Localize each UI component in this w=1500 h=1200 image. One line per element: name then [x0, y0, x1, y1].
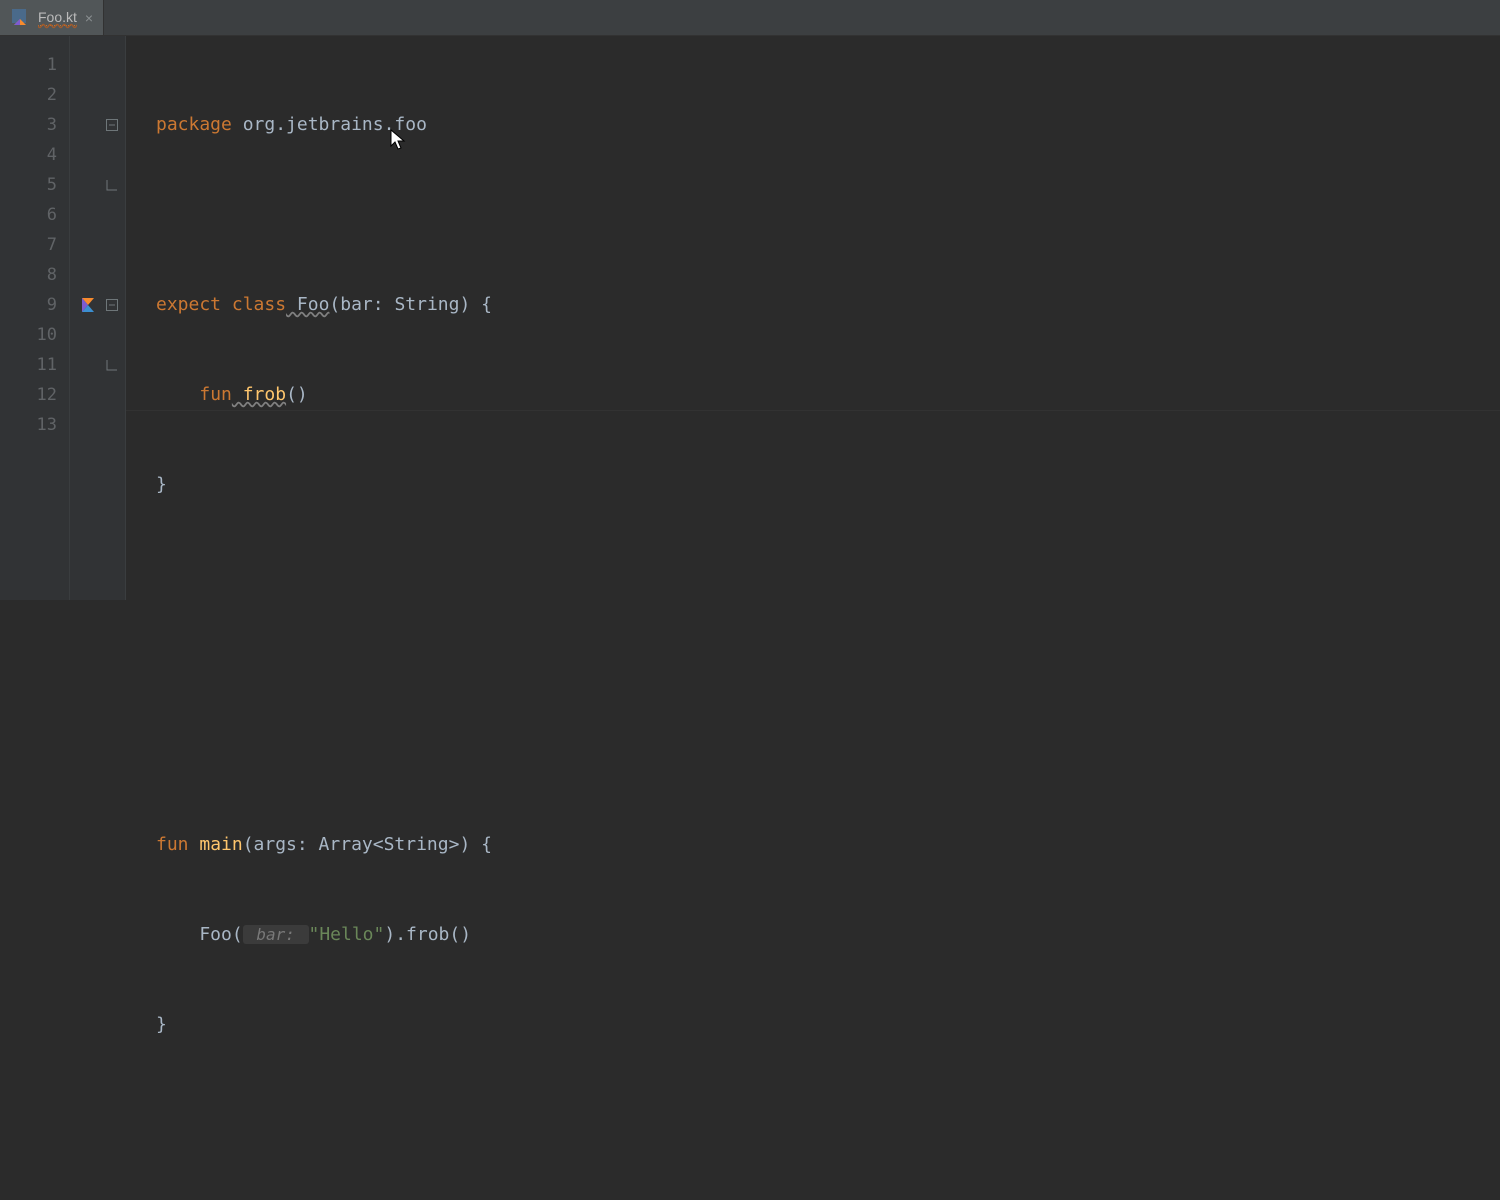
line-number: 1 — [0, 50, 57, 80]
line-number: 12 — [0, 380, 57, 410]
code-line[interactable] — [156, 200, 1500, 230]
code-text: (args: Array<String>) { — [243, 834, 492, 855]
fold-end-icon[interactable] — [106, 350, 125, 380]
code-text: } — [156, 1014, 167, 1035]
fold-end-icon[interactable] — [106, 170, 125, 200]
line-number: 3 — [0, 110, 57, 140]
file-tab-label: Foo.kt — [38, 9, 77, 26]
code-line[interactable]: expect class Foo(bar: String) { — [156, 290, 1500, 320]
line-number: 9 — [0, 290, 57, 320]
string-literal: "Hello" — [309, 924, 385, 945]
line-number: 8 — [0, 260, 57, 290]
code-line[interactable]: package org.jetbrains.foo — [156, 110, 1500, 140]
line-number: 5 — [0, 170, 57, 200]
line-number: 7 — [0, 230, 57, 260]
file-tab[interactable]: Foo.kt × — [0, 0, 104, 35]
keyword: package — [156, 114, 232, 135]
close-tab-icon[interactable]: × — [85, 10, 93, 26]
code-line[interactable] — [156, 740, 1500, 770]
kotlin-file-icon — [12, 9, 30, 27]
code-text: () — [286, 384, 308, 405]
line-number: 6 — [0, 200, 57, 230]
fold-column — [106, 36, 126, 600]
code-line[interactable] — [156, 650, 1500, 680]
fold-toggle-icon[interactable] — [106, 290, 125, 320]
parameter-hint: bar: — [243, 925, 309, 944]
fold-toggle-icon[interactable] — [106, 110, 125, 140]
code-line[interactable]: } — [156, 470, 1500, 500]
code-line[interactable]: fun frob() — [156, 380, 1500, 410]
run-gutter-icon[interactable] — [70, 290, 106, 320]
line-number-gutter: 1 2 3 4 5 6 7 8 9 10 11 12 13 — [0, 36, 70, 600]
keyword: class — [221, 294, 286, 315]
code-editor[interactable]: 1 2 3 4 5 6 7 8 9 10 11 12 13 — [0, 36, 1500, 600]
keyword: fun — [199, 384, 232, 405]
code-text: Foo( — [156, 924, 243, 945]
gutter-marker-column — [70, 36, 106, 600]
code-line[interactable]: } — [156, 1010, 1500, 1040]
line-number: 4 — [0, 140, 57, 170]
class-name: Foo — [286, 294, 329, 315]
code-text: (bar: String) { — [329, 294, 492, 315]
code-text: } — [156, 474, 167, 495]
code-text: ).frob() — [384, 924, 471, 945]
code-line[interactable] — [156, 560, 1500, 590]
code-line[interactable] — [156, 1100, 1500, 1130]
code-line[interactable]: Foo( bar: "Hello").frob() — [156, 920, 1500, 950]
keyword: fun — [156, 834, 189, 855]
code-line[interactable]: fun main(args: Array<String>) { — [156, 830, 1500, 860]
keyword: expect — [156, 294, 221, 315]
line-number: 11 — [0, 350, 57, 380]
line-number: 2 — [0, 80, 57, 110]
editor-tabbar: Foo.kt × — [0, 0, 1500, 36]
function-name: main — [189, 834, 243, 855]
package-name: org.jetbrains.foo — [232, 114, 427, 135]
caret-line-divider — [126, 410, 1500, 411]
line-number: 10 — [0, 320, 57, 350]
code-area[interactable]: package org.jetbrains.foo expect class F… — [126, 36, 1500, 600]
function-name: frob — [232, 384, 286, 405]
line-number: 13 — [0, 410, 57, 440]
code-line[interactable] — [156, 1190, 1500, 1200]
